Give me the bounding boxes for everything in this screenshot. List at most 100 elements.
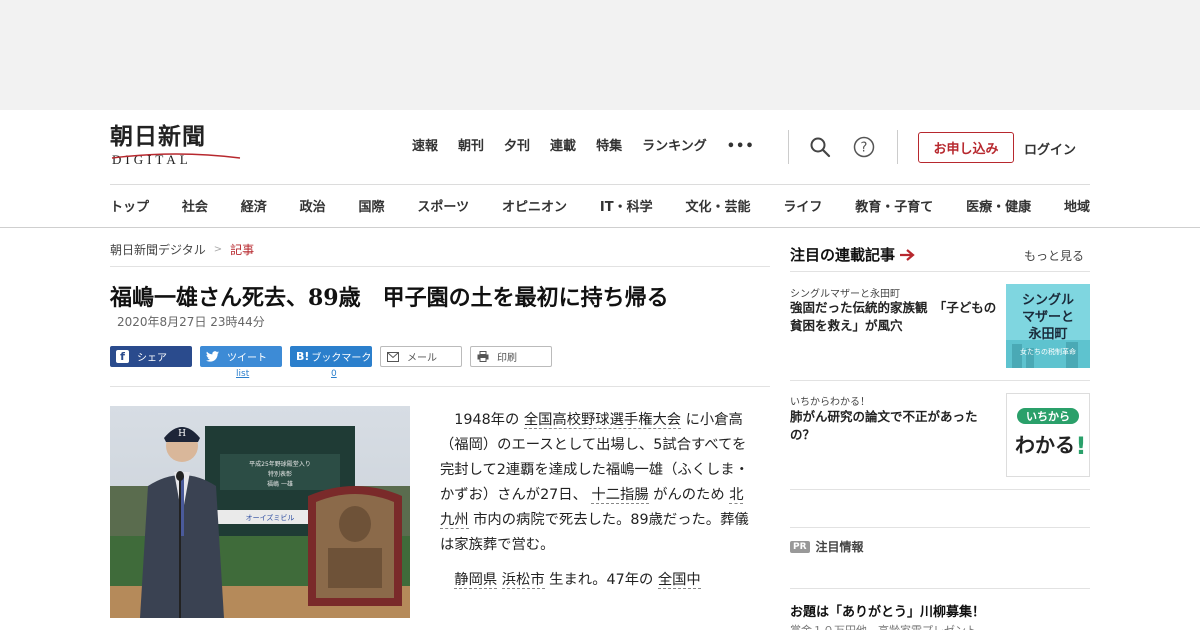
body-text: 生まれ。47年の xyxy=(549,572,654,588)
top-nav-item[interactable]: ランキング xyxy=(642,137,707,157)
top-nav-item[interactable]: 夕刊 xyxy=(504,137,530,157)
header-divider xyxy=(897,130,898,164)
series-tag[interactable]: いちからわかる！ xyxy=(790,393,870,408)
keyword-link[interactable]: 静岡県 xyxy=(454,572,498,589)
top-nav-item[interactable]: 朝刊 xyxy=(458,137,484,157)
svg-text:H: H xyxy=(178,429,186,439)
share-bar: f シェア ツイート B! ブックマーク メール 印刷 xyxy=(110,346,552,367)
pr-subtitle[interactable]: 賞金１０万円他 高齢家電プレゼント xyxy=(790,622,977,630)
sponsor-sign-text: オーイズミビル xyxy=(246,513,295,522)
category-item[interactable]: 経済 xyxy=(241,196,267,215)
publish-date: 2020年8月27日 23時44分 xyxy=(117,315,265,329)
category-item[interactable]: 国際 xyxy=(359,196,385,215)
pr-label-text: 注目情報 xyxy=(815,540,864,554)
category-item[interactable]: トップ xyxy=(110,196,149,215)
sidebar-rule xyxy=(790,527,1090,528)
keyword-link[interactable]: 十二指腸 xyxy=(591,487,649,504)
breadcrumb-rule xyxy=(110,266,770,267)
site-logo[interactable]: 朝日新聞 DIGITAL xyxy=(110,124,242,170)
thumb-text: 永田町 xyxy=(1027,326,1067,342)
share-label: ブックマーク xyxy=(311,353,372,364)
plaque-header-text: 平成25年野球殿堂入り xyxy=(249,460,311,468)
keyword-link[interactable]: 全国高校野球選手権大会 xyxy=(523,412,682,429)
share-label: メール xyxy=(407,353,437,364)
mail-button[interactable]: メール xyxy=(380,346,462,367)
tweet-count[interactable]: list xyxy=(236,369,249,379)
facebook-icon: f xyxy=(116,350,129,363)
breadcrumb-home[interactable]: 朝日新聞デジタル xyxy=(110,241,206,258)
pr-badge: PR xyxy=(790,540,810,553)
logo-jp: 朝日新聞 xyxy=(110,123,206,150)
ad-banner-area xyxy=(0,0,1200,110)
facebook-share-button[interactable]: f シェア xyxy=(110,346,192,367)
share-counts: list 0 xyxy=(110,369,390,381)
svg-text:?: ? xyxy=(861,141,868,156)
keyword-link[interactable]: 全国中 xyxy=(657,572,701,589)
site-header: 朝日新聞 DIGITAL 速報 朝刊 夕刊 連載 特集 ランキング ••• ? … xyxy=(0,110,1200,228)
category-item[interactable]: ライフ xyxy=(783,196,822,215)
sidebar-title[interactable]: 注目の連載記事 xyxy=(790,244,915,265)
breadcrumb: 朝日新聞デジタル > 記事 xyxy=(110,241,254,258)
logo-swoosh xyxy=(111,153,241,159)
hatena-bookmark-button[interactable]: B! ブックマーク xyxy=(290,346,372,367)
category-item[interactable]: IT・科学 xyxy=(600,196,653,215)
plaque-name-text: 福嶋 一雄 xyxy=(267,480,293,488)
breadcrumb-current[interactable]: 記事 xyxy=(230,241,254,258)
top-nav-item[interactable]: 連載 xyxy=(550,137,576,157)
series-tag[interactable]: シングルマザーと永田町 xyxy=(790,285,900,300)
header-rule xyxy=(110,184,1090,185)
pr-title[interactable]: お題は「ありがとう」川柳募集！ xyxy=(790,601,985,620)
body-text: 1948年の xyxy=(454,412,520,428)
search-icon[interactable] xyxy=(808,135,832,159)
category-item[interactable]: 医療・健康 xyxy=(966,196,1031,215)
share-label: シェア xyxy=(137,353,167,364)
series-title[interactable]: 強固だった伝統的家族観 「子どもの貧困を救え」が風穴 xyxy=(790,299,1002,335)
header-divider xyxy=(788,130,789,164)
category-item[interactable]: オピニオン xyxy=(502,196,567,215)
sidebar-rule xyxy=(790,489,1090,490)
category-item[interactable]: 社会 xyxy=(182,196,208,215)
more-dots-icon[interactable]: ••• xyxy=(727,137,755,157)
pr-section-label: PR 注目情報 xyxy=(790,538,864,555)
top-nav: 速報 朝刊 夕刊 連載 特集 ランキング ••• xyxy=(412,137,775,157)
category-item[interactable]: 政治 xyxy=(300,196,326,215)
category-item[interactable]: 文化・芸能 xyxy=(685,196,750,215)
category-item[interactable]: 地域 xyxy=(1064,196,1090,215)
keyword-link[interactable]: 浜松市 xyxy=(501,572,545,589)
thumb-text: いちから xyxy=(1026,410,1070,423)
top-nav-item[interactable]: 速報 xyxy=(412,137,438,157)
category-nav: トップ 社会 経済 政治 国際 スポーツ オピニオン IT・科学 文化・芸能 ラ… xyxy=(110,196,1090,215)
apply-button[interactable]: お申し込み xyxy=(918,132,1014,163)
top-nav-item[interactable]: 特集 xyxy=(596,137,622,157)
sidebar-rule xyxy=(790,380,1090,381)
print-icon xyxy=(477,351,489,362)
article-paragraph: 1948年の 全国高校野球選手権大会 に小倉高（福岡）のエースとして出場し、5試… xyxy=(440,408,750,558)
help-icon[interactable]: ? xyxy=(852,135,876,159)
series-title[interactable]: 肺がん研究の論文で不正があったの？ xyxy=(790,408,1002,444)
thumb-text: マザーと xyxy=(1022,310,1074,325)
series-thumbnail[interactable]: いちから わかる ! xyxy=(1006,393,1090,477)
breadcrumb-separator: > xyxy=(213,244,223,255)
thumb-mark: ! xyxy=(1076,432,1087,460)
login-link[interactable]: ログイン xyxy=(1024,139,1076,158)
thumb-subtext: 女たちの税制革命 xyxy=(1020,347,1076,356)
series-thumbnail[interactable]: シングル マザーと 永田町 女たちの税制革命 xyxy=(1006,284,1090,368)
sidebar-title-text: 注目の連載記事 xyxy=(790,246,896,264)
sidebar-rule xyxy=(790,588,1090,589)
bookmark-count[interactable]: 0 xyxy=(331,369,337,379)
body-text: がんのため xyxy=(653,487,725,503)
thumb-text: わかる xyxy=(1015,433,1075,457)
share-rule xyxy=(110,386,770,387)
share-label: 印刷 xyxy=(497,353,517,364)
arrow-right-icon xyxy=(900,248,915,261)
category-item[interactable]: スポーツ xyxy=(417,196,469,215)
mail-icon xyxy=(387,351,399,362)
category-item[interactable]: 教育・子育て xyxy=(855,196,933,215)
share-label: ツイート xyxy=(227,353,267,364)
tweet-button[interactable]: ツイート xyxy=(200,346,282,367)
print-button[interactable]: 印刷 xyxy=(470,346,552,367)
plaque-sub-text: 特別表彰 xyxy=(268,470,292,478)
see-more-link[interactable]: もっと見る xyxy=(1024,247,1084,264)
body-text: 市内の病院で死去した。89歳だった。葬儀は家族葬で営む。 xyxy=(440,512,749,553)
article-photo[interactable]: 平成25年野球殿堂入り 特別表彰 福嶋 一雄 オーイズミビル H xyxy=(110,406,410,618)
